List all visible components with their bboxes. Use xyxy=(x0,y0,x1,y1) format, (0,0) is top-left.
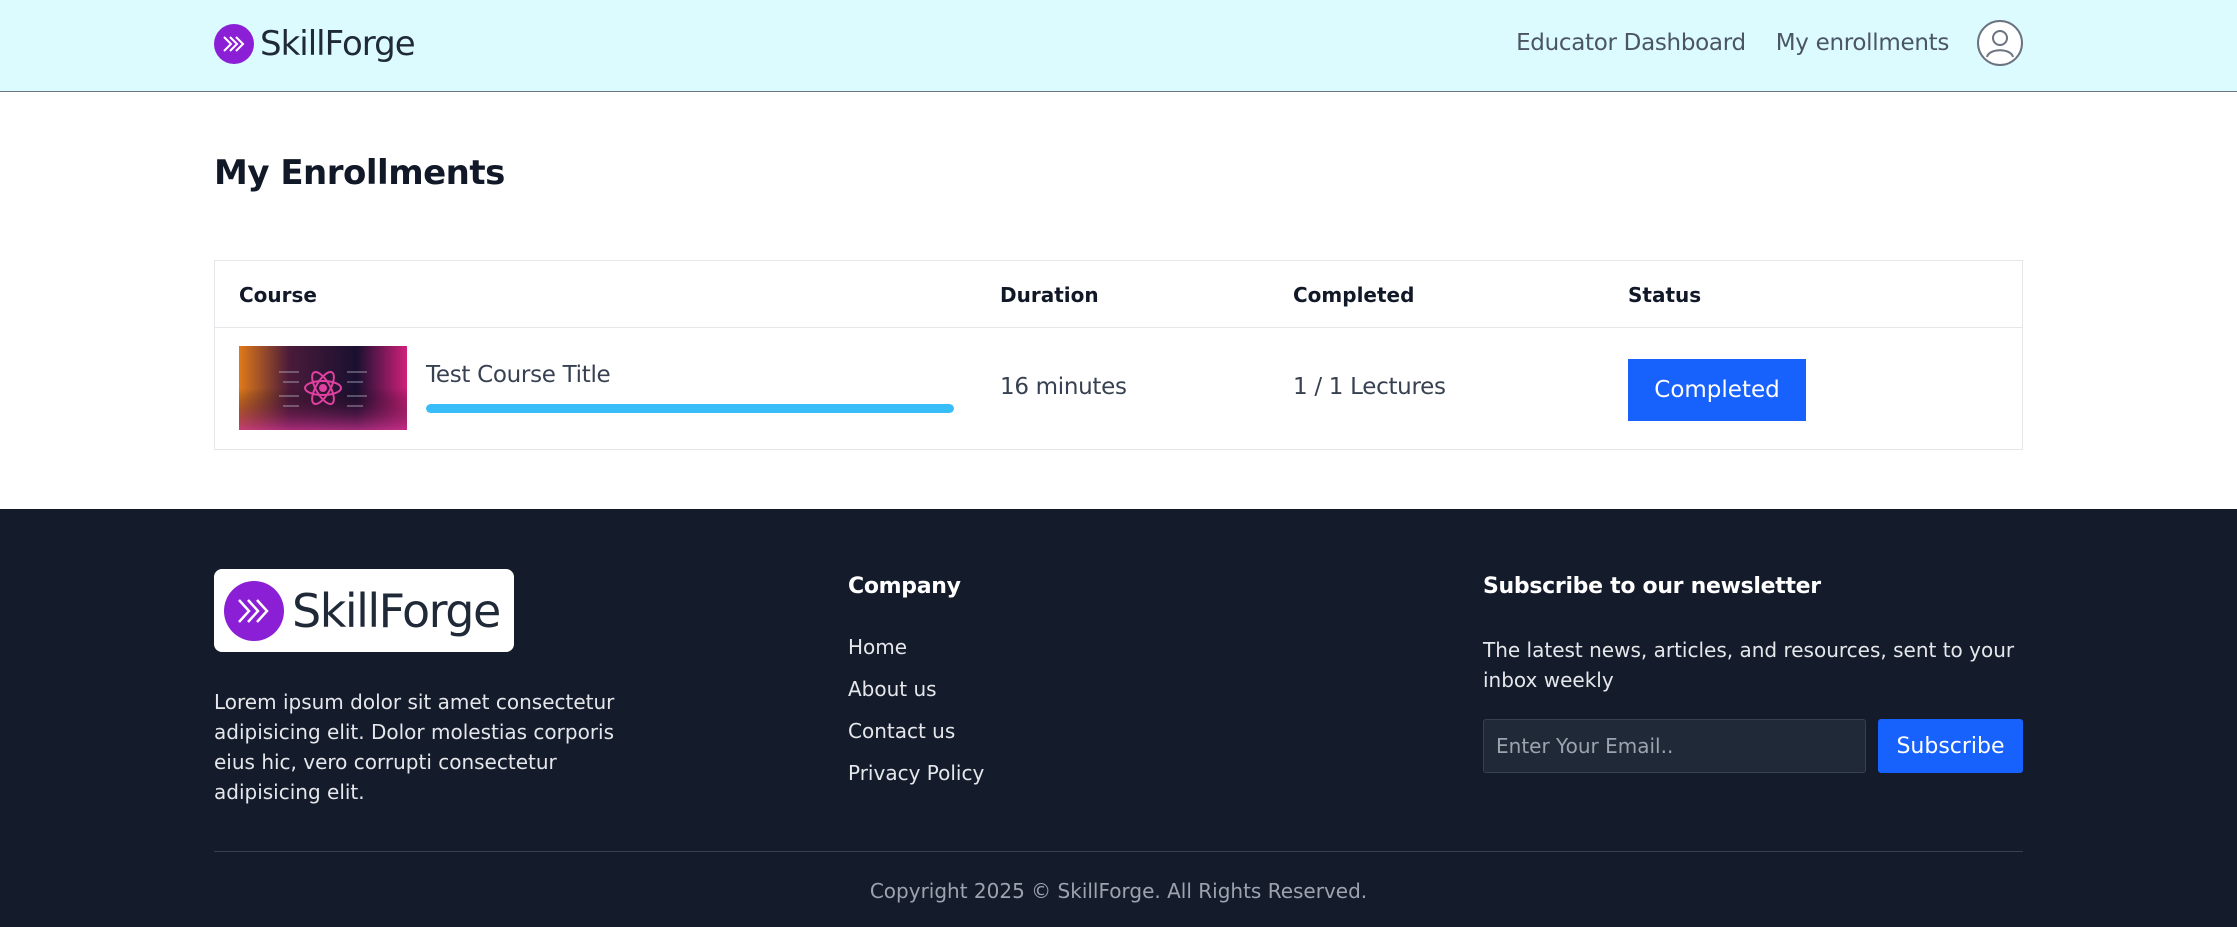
col-header-duration: Duration xyxy=(1000,283,1099,307)
top-nav: Educator Dashboard My enrollments xyxy=(1486,20,2023,66)
table-row: Test Course Title 16 minutes 1 / 1 Lectu… xyxy=(215,328,2022,450)
footer: SkillForge Lorem ipsum dolor sit amet co… xyxy=(0,509,2237,927)
footer-divider xyxy=(214,851,2023,852)
list-item: Home xyxy=(848,635,984,677)
footer-link-home[interactable]: Home xyxy=(848,635,907,659)
footer-newsletter-title: Subscribe to our newsletter xyxy=(1483,574,1821,599)
footer-brand-name: SkillForge xyxy=(292,583,501,638)
footer-link-privacy[interactable]: Privacy Policy xyxy=(848,761,984,785)
subscribe-button[interactable]: Subscribe xyxy=(1878,719,2023,773)
list-item: About us xyxy=(848,677,984,719)
double-chevron-logo-icon xyxy=(224,580,284,641)
nav-my-enrollments[interactable]: My enrollments xyxy=(1776,30,1950,56)
course-progress-bar xyxy=(426,404,954,413)
brand-logo-link[interactable]: SkillForge xyxy=(214,24,416,64)
footer-company-title: Company xyxy=(848,574,961,599)
course-progress-fill xyxy=(426,404,954,413)
col-header-status: Status xyxy=(1628,283,1702,307)
footer-link-about[interactable]: About us xyxy=(848,677,937,701)
table-header: Course Duration Completed Status xyxy=(215,261,2022,328)
nav-educator-dashboard[interactable]: Educator Dashboard xyxy=(1516,30,1746,56)
col-header-completed: Completed xyxy=(1293,283,1415,307)
user-avatar-icon[interactable] xyxy=(1977,20,2023,66)
enrollments-table: Course Duration Completed Status Test Co… xyxy=(214,260,2023,450)
footer-brand-logo: SkillForge xyxy=(214,569,514,652)
footer-newsletter-text: The latest news, articles, and resources… xyxy=(1483,638,2015,692)
course-duration: 16 minutes xyxy=(1000,374,1127,400)
brand-name: SkillForge xyxy=(260,24,416,64)
footer-company-links: Home About us Contact us Privacy Policy xyxy=(848,635,984,803)
list-item: Contact us xyxy=(848,719,984,761)
newsletter-email-input[interactable] xyxy=(1483,719,1866,773)
footer-link-contact[interactable]: Contact us xyxy=(848,719,955,743)
list-item: Privacy Policy xyxy=(848,761,984,803)
course-lectures-completed: 1 / 1 Lectures xyxy=(1293,374,1446,400)
footer-copyright: Copyright 2025 © SkillForge. All Rights … xyxy=(869,879,1368,903)
status-completed-button[interactable]: Completed xyxy=(1628,359,1806,421)
course-thumbnail[interactable] xyxy=(239,346,407,430)
col-header-course: Course xyxy=(239,283,317,307)
top-navbar: SkillForge Educator Dashboard My enrollm… xyxy=(0,0,2237,92)
footer-about-text: Lorem ipsum dolor sit amet consectetur a… xyxy=(214,690,615,804)
course-title-link[interactable]: Test Course Title xyxy=(426,362,611,388)
page-title: My Enrollments xyxy=(214,153,505,193)
double-chevron-logo-icon xyxy=(214,24,254,64)
